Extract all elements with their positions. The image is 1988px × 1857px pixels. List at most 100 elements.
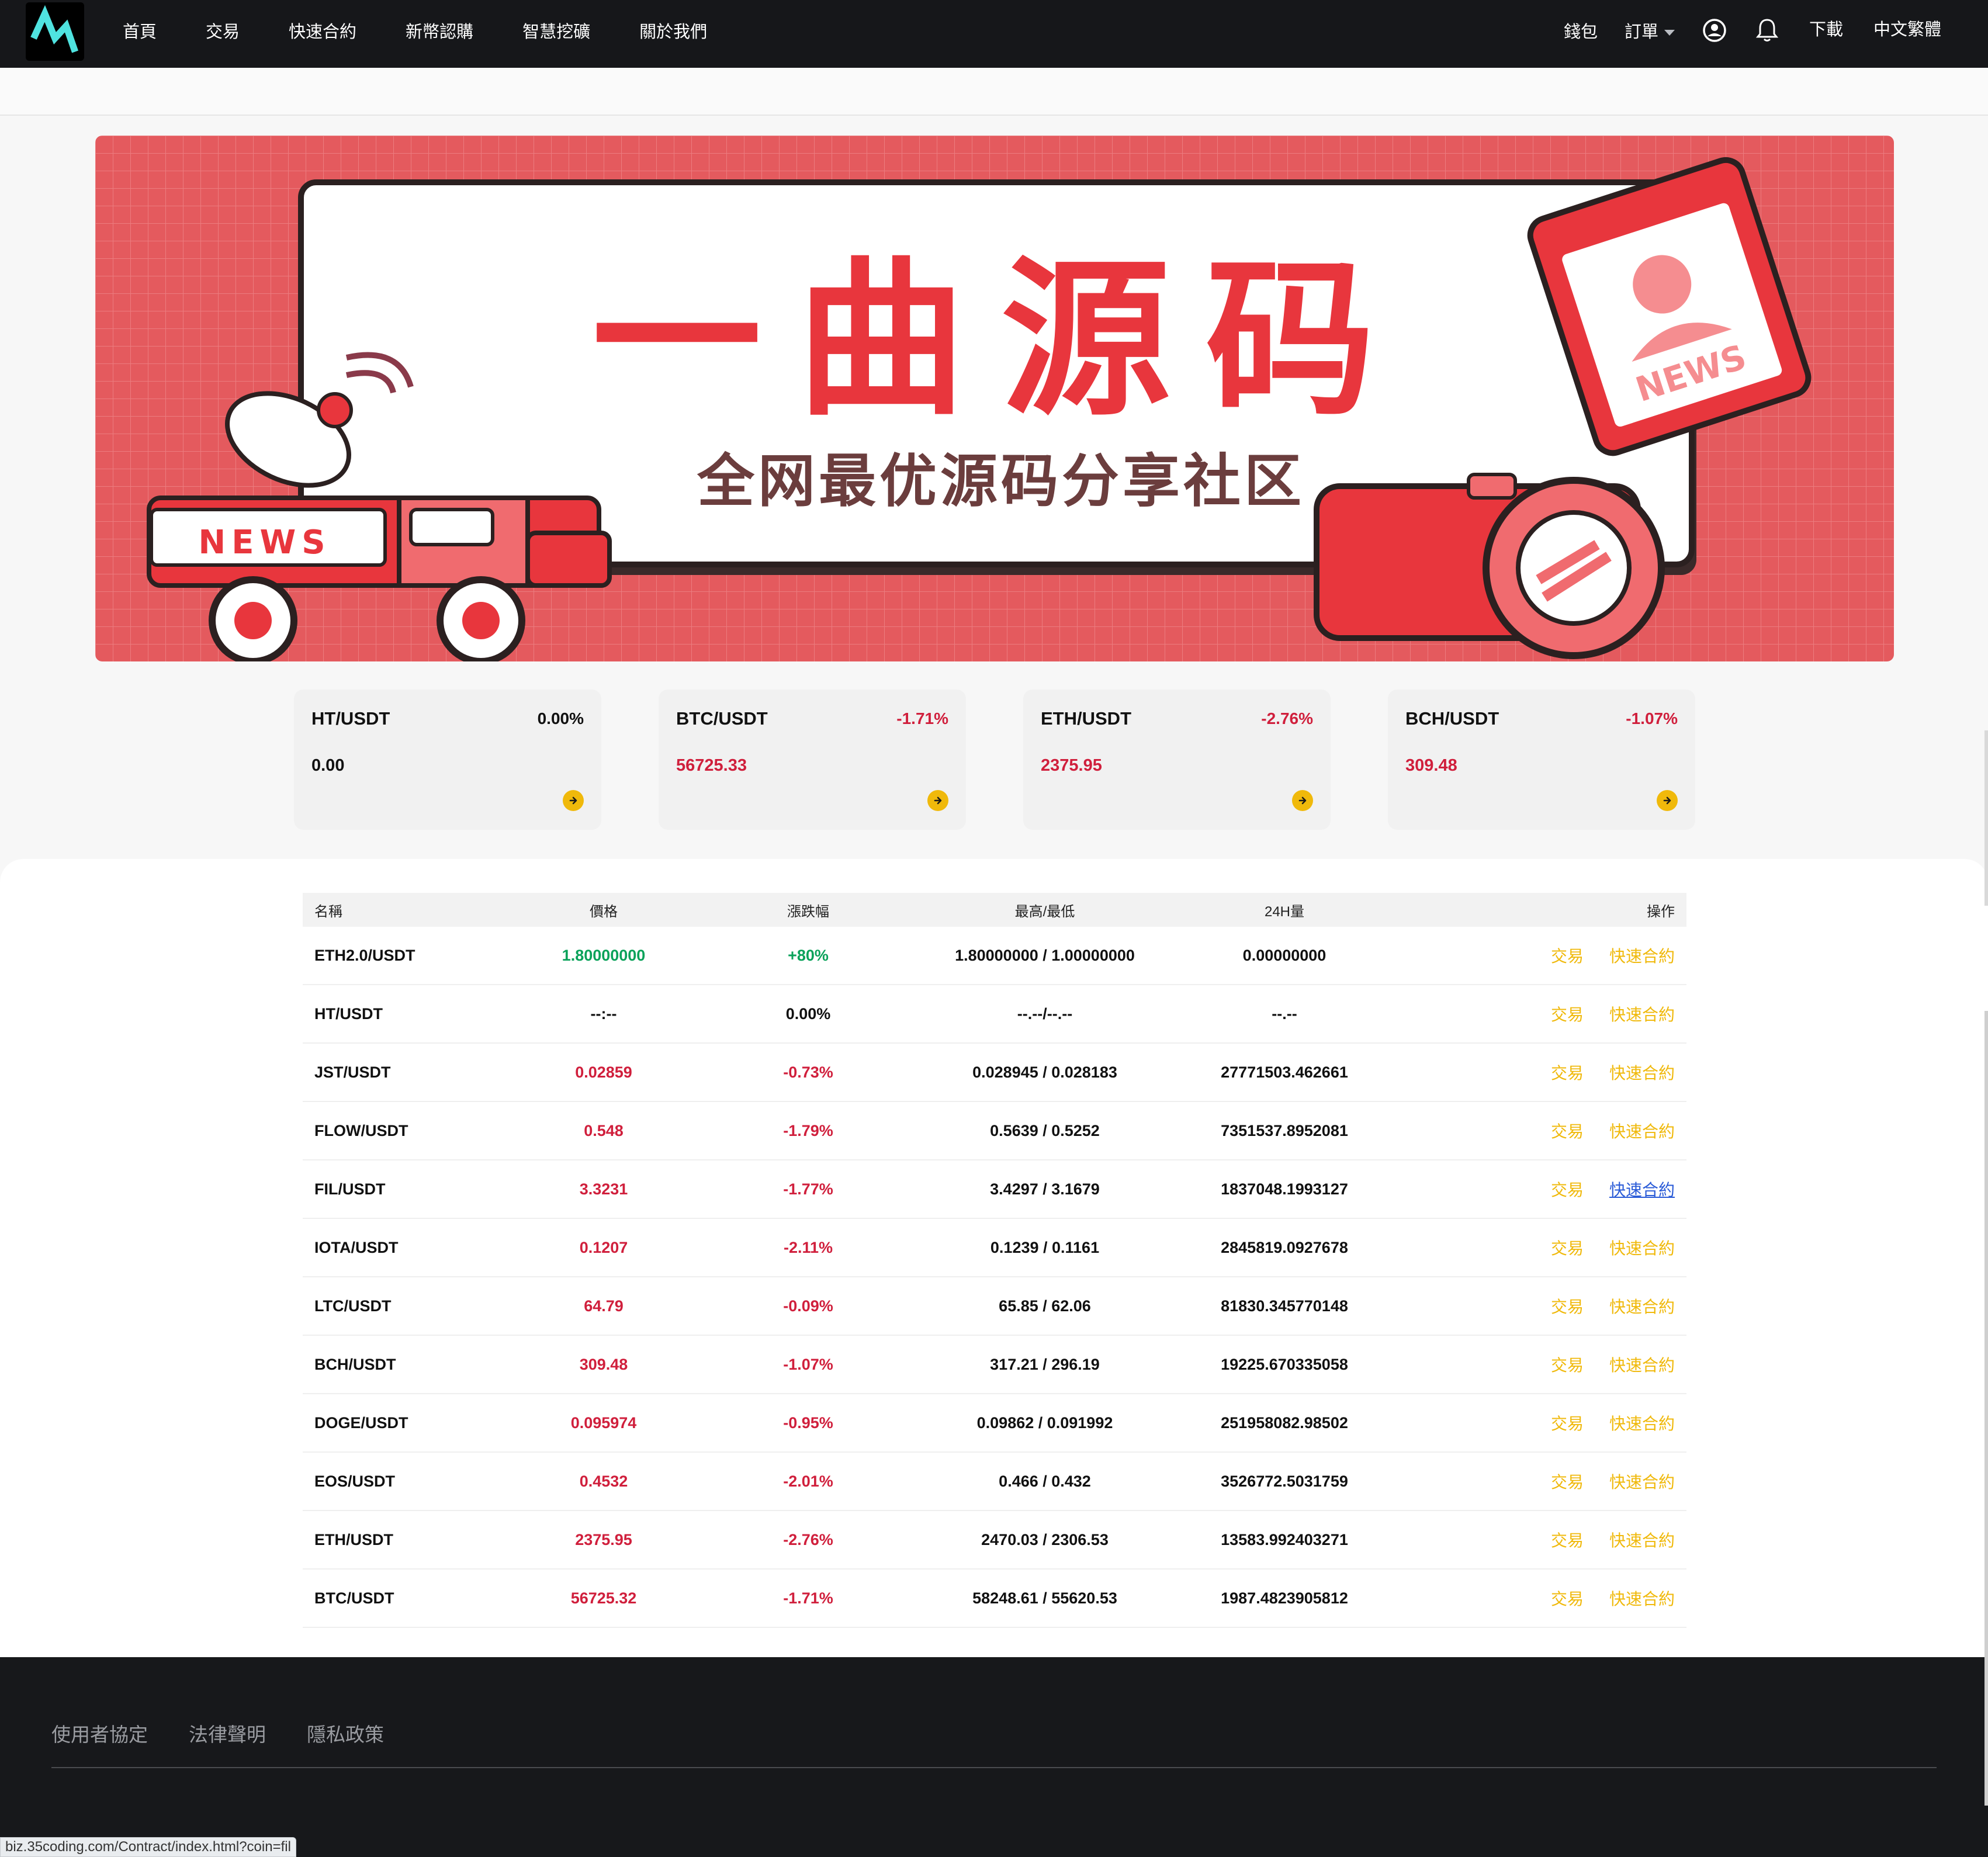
scrollbar-track[interactable] bbox=[1984, 730, 1988, 906]
table-row[interactable]: BTC/USDT 56725.32 -1.71% 58248.61 / 55620.5… bbox=[303, 1570, 1686, 1628]
nav-link[interactable]: 首頁 bbox=[123, 18, 157, 43]
pair-name: ETH2.0/USDT bbox=[314, 946, 415, 964]
orders-dropdown[interactable]: 訂單 bbox=[1625, 18, 1675, 43]
trade-link[interactable]: 交易 bbox=[1551, 947, 1584, 965]
quick-contract-link[interactable]: 快速合約 bbox=[1609, 1532, 1675, 1550]
trade-link[interactable]: 交易 bbox=[1551, 1473, 1584, 1491]
nav-link[interactable]: 快速合約 bbox=[289, 18, 356, 43]
pair-price: 64.79 bbox=[584, 1297, 624, 1315]
quick-contract-link[interactable]: 快速合約 bbox=[1609, 1006, 1675, 1024]
arrow-right-icon[interactable] bbox=[927, 790, 948, 811]
ticker-card[interactable]: ETH/USDT -2.76% 2375.95 bbox=[1023, 690, 1331, 830]
ticker-card[interactable]: BTC/USDT -1.71% 56725.33 bbox=[659, 690, 966, 830]
pair-high-low: 0.1239 / 0.1161 bbox=[990, 1238, 1100, 1256]
row-actions: 交易 快速合約 bbox=[1384, 1470, 1686, 1493]
table-row[interactable]: ETH/USDT 2375.95 -2.76% 2470.03 / 2306.53 13… bbox=[303, 1511, 1686, 1570]
table-row[interactable]: HT/USDT --:-- 0.00% --.--/--.-- --.-- 交易 快速合約 bbox=[303, 985, 1686, 1044]
pair-high-low: 65.85 / 62.06 bbox=[999, 1297, 1091, 1315]
table-row[interactable]: DOGE/USDT 0.095974 -0.95% 0.09862 / 0.09199… bbox=[303, 1394, 1686, 1453]
ticker-card[interactable]: HT/USDT 0.00% 0.00 bbox=[294, 690, 601, 830]
pair-price: 0.4532 bbox=[579, 1472, 628, 1490]
row-actions: 交易 快速合約 bbox=[1384, 1002, 1686, 1025]
pair-price: --:-- bbox=[590, 1004, 617, 1023]
banner-subtitle: 全网最优源码分享社区 bbox=[697, 448, 1305, 515]
trade-link[interactable]: 交易 bbox=[1551, 1415, 1584, 1433]
row-actions: 交易 快速合約 bbox=[1384, 1294, 1686, 1318]
table-row[interactable]: FIL/USDT 3.3231 -1.77% 3.4297 / 3.1679 18370… bbox=[303, 1160, 1686, 1219]
arrow-right-icon[interactable] bbox=[563, 790, 584, 811]
ticker-card[interactable]: BCH/USDT -1.07% 309.48 bbox=[1388, 690, 1695, 830]
trade-link[interactable]: 交易 bbox=[1551, 1122, 1584, 1141]
arrow-right-icon[interactable] bbox=[1657, 790, 1678, 811]
table-row[interactable]: LTC/USDT 64.79 -0.09% 65.85 / 62.06 81830.34… bbox=[303, 1277, 1686, 1336]
quick-contract-link[interactable]: 快速合約 bbox=[1609, 1473, 1675, 1491]
row-actions: 交易 快速合約 bbox=[1384, 944, 1686, 967]
trade-link[interactable]: 交易 bbox=[1551, 1239, 1584, 1257]
quick-contract-link[interactable]: 快速合約 bbox=[1609, 1239, 1675, 1257]
table-row[interactable]: ETH2.0/USDT 1.80000000 +80% 1.80000000 / 1.… bbox=[303, 927, 1686, 985]
nav-link[interactable]: 關於我們 bbox=[639, 18, 707, 43]
footer-links: 使用者協定 法律聲明 隱私政策 bbox=[51, 1719, 425, 1747]
pair-volume: 7351537.8952081 bbox=[1221, 1121, 1348, 1139]
nav-link[interactable]: 新幣認購 bbox=[406, 18, 473, 43]
trade-link[interactable]: 交易 bbox=[1551, 1590, 1584, 1608]
header-operation: 操作 bbox=[1647, 903, 1675, 920]
quick-contract-link[interactable]: 快速合約 bbox=[1609, 1064, 1675, 1082]
download-link[interactable]: 下載 bbox=[1809, 16, 1843, 40]
nav-link[interactable]: 交易 bbox=[206, 18, 240, 43]
pair-change: -0.95% bbox=[783, 1413, 833, 1432]
scrollbar-thumb[interactable] bbox=[1984, 1011, 1988, 1806]
quick-contract-link[interactable]: 快速合約 bbox=[1609, 1415, 1675, 1433]
quick-contract-link[interactable]: 快速合約 bbox=[1609, 1181, 1675, 1199]
pair-name: BTC/USDT bbox=[314, 1589, 394, 1607]
pair-price: 309.48 bbox=[579, 1355, 628, 1373]
trade-link[interactable]: 交易 bbox=[1551, 1532, 1584, 1550]
pair-change: +80% bbox=[788, 946, 829, 964]
orders-label: 訂單 bbox=[1624, 23, 1658, 41]
pair-name: FIL/USDT bbox=[314, 1180, 386, 1198]
quick-contract-link[interactable]: 快速合約 bbox=[1609, 1590, 1675, 1608]
footer-link[interactable]: 隱私政策 bbox=[307, 1719, 384, 1747]
nav-link[interactable]: 智慧挖礦 bbox=[522, 18, 590, 43]
table-row[interactable]: IOTA/USDT 0.1207 -2.11% 0.1239 / 0.1161 2845… bbox=[303, 1219, 1686, 1277]
logo[interactable] bbox=[26, 2, 84, 61]
table-body: ETH2.0/USDT 1.80000000 +80% 1.80000000 / 1.… bbox=[303, 927, 1686, 1628]
table-row[interactable]: EOS/USDT 0.4532 -2.01% 0.466 / 0.432 3526772… bbox=[303, 1453, 1686, 1511]
arrow-right-icon[interactable] bbox=[1292, 790, 1313, 811]
promo-banner[interactable]: 一曲源码 全网最优源码分享社区 NEWS NEWS bbox=[95, 136, 1894, 661]
ticker-pair: ETH/USDT bbox=[1041, 708, 1131, 729]
ticker-price: 56725.33 bbox=[676, 756, 747, 775]
ticker-price: 2375.95 bbox=[1041, 756, 1102, 775]
quick-contract-link[interactable]: 快速合約 bbox=[1609, 1356, 1675, 1374]
pair-name: FLOW/USDT bbox=[314, 1121, 408, 1139]
footer-link[interactable]: 法律聲明 bbox=[189, 1719, 266, 1747]
row-actions: 交易 快速合約 bbox=[1384, 1353, 1686, 1376]
table-row[interactable]: FLOW/USDT 0.548 -1.79% 0.5639 / 0.5252 73515… bbox=[303, 1102, 1686, 1160]
pair-change: -1.07% bbox=[783, 1355, 833, 1373]
footer: 使用者協定 法律聲明 隱私政策 bbox=[0, 1657, 1988, 1857]
quick-contract-link[interactable]: 快速合約 bbox=[1609, 1298, 1675, 1316]
wallet-link[interactable]: 錢包 bbox=[1564, 18, 1598, 43]
trade-link[interactable]: 交易 bbox=[1551, 1064, 1584, 1082]
footer-link[interactable]: 使用者協定 bbox=[51, 1719, 148, 1747]
trade-link[interactable]: 交易 bbox=[1551, 1006, 1584, 1024]
trade-link[interactable]: 交易 bbox=[1551, 1298, 1584, 1316]
pair-change: 0.00% bbox=[785, 1004, 831, 1023]
pair-high-low: --.--/--.-- bbox=[1017, 1004, 1073, 1023]
notification-bell-icon[interactable] bbox=[1755, 18, 1779, 43]
footer-divider bbox=[51, 1767, 1937, 1768]
ticker-pair: BTC/USDT bbox=[676, 708, 768, 729]
pair-name: ETH/USDT bbox=[314, 1530, 393, 1548]
table-row[interactable]: BCH/USDT 309.48 -1.07% 317.21 / 296.19 19225… bbox=[303, 1336, 1686, 1394]
banner-title: 一曲源码 bbox=[592, 242, 1410, 439]
quick-contract-link[interactable]: 快速合約 bbox=[1609, 947, 1675, 965]
language-selector[interactable]: 中文繁體 bbox=[1873, 16, 1941, 40]
quick-contract-link[interactable]: 快速合約 bbox=[1609, 1122, 1675, 1141]
table-row[interactable]: JST/USDT 0.02859 -0.73% 0.028945 / 0.028183… bbox=[303, 1044, 1686, 1102]
pair-name: BCH/USDT bbox=[314, 1355, 396, 1373]
market-panel: 名稱 價格 漲跌幅 最高/最低 24H量 操作 ETH2.0/USDT 1.800… bbox=[0, 859, 1988, 1657]
trade-link[interactable]: 交易 bbox=[1551, 1181, 1584, 1199]
pair-name: JST/USDT bbox=[314, 1063, 391, 1081]
user-account-icon[interactable] bbox=[1702, 18, 1727, 43]
trade-link[interactable]: 交易 bbox=[1551, 1356, 1584, 1374]
